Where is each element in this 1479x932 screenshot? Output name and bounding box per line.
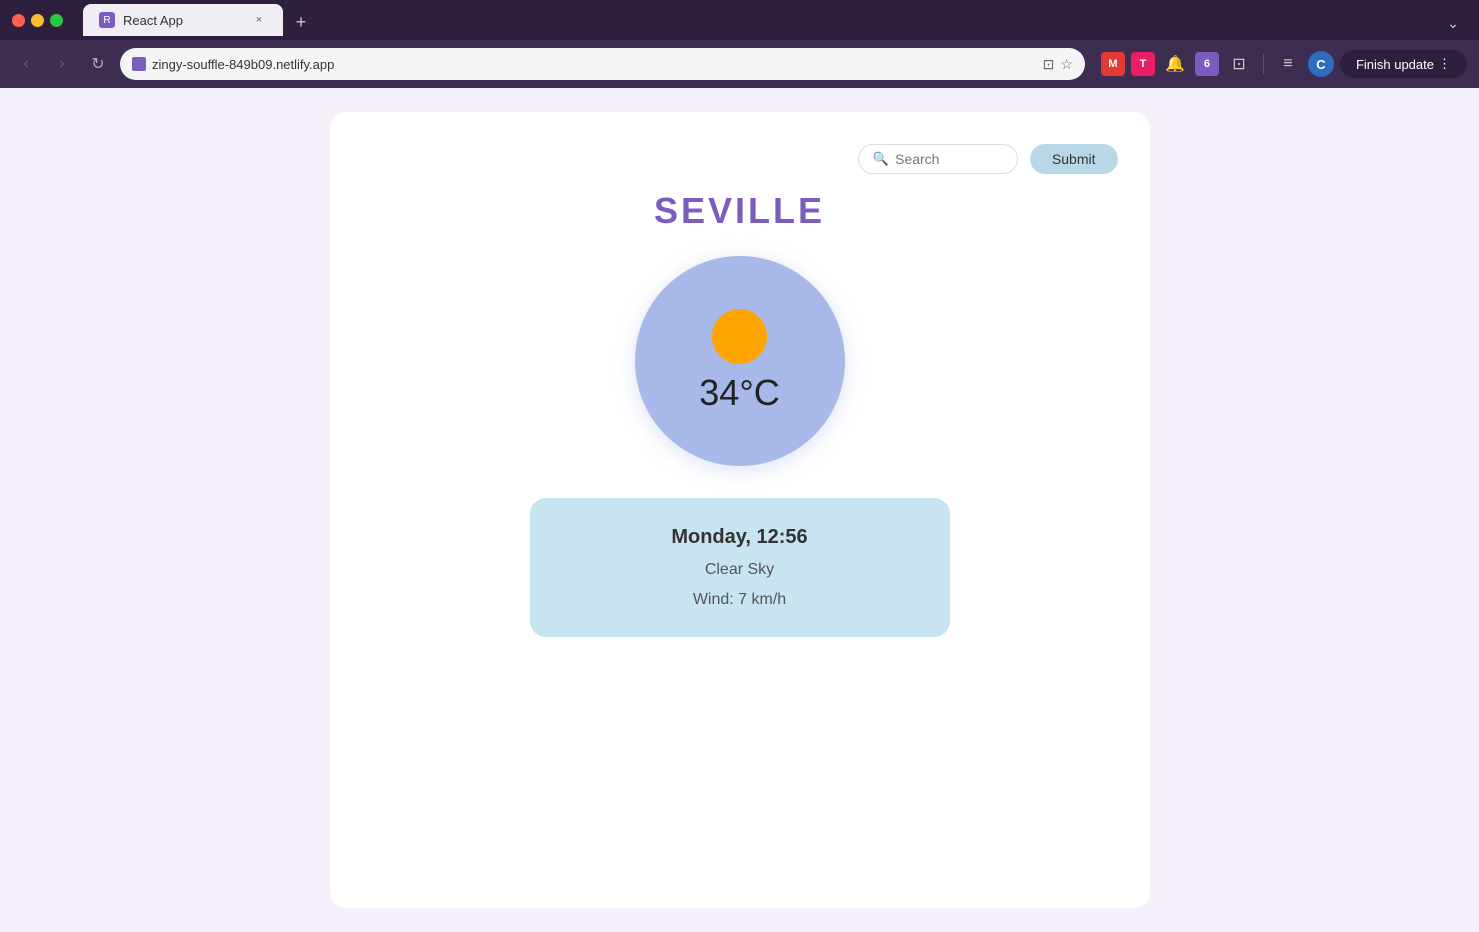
finish-update-button[interactable]: Finish update ⋮ xyxy=(1340,50,1467,78)
page-content: 🔍 Submit SEVILLE 34°C Monday, 12:56 Clea… xyxy=(0,88,1479,932)
weather-info-card: Monday, 12:56 Clear Sky Wind: 7 km/h xyxy=(530,498,950,637)
datetime-display: Monday, 12:56 xyxy=(671,526,807,549)
extensions-icon[interactable]: ⊡ xyxy=(1225,50,1253,78)
search-icon: 🔍 xyxy=(873,151,889,167)
new-tab-button[interactable]: + xyxy=(287,8,315,36)
back-button[interactable]: ‹ xyxy=(12,50,40,78)
bell-icon[interactable]: 🔔 xyxy=(1161,50,1189,78)
active-tab[interactable]: R React App × xyxy=(83,4,283,36)
traffic-lights xyxy=(12,14,63,27)
search-wrapper: 🔍 xyxy=(858,144,1018,174)
temperature-display: 34°C xyxy=(699,372,779,414)
tab-bar: R React App × + ⌄ xyxy=(83,4,1467,36)
sun-icon xyxy=(712,309,767,364)
condition-display: Clear Sky xyxy=(705,561,774,579)
site-favicon xyxy=(132,57,146,71)
menu-icon[interactable]: ≡ xyxy=(1274,50,1302,78)
tab-overflow-button[interactable]: ⌄ xyxy=(1439,11,1467,36)
address-bar: ‹ › ↻ zingy-souffle-849b09.netlify.app ⊡… xyxy=(0,40,1479,88)
toolbar-separator xyxy=(1263,54,1264,74)
url-text: zingy-souffle-849b09.netlify.app xyxy=(152,57,1037,72)
search-input[interactable] xyxy=(895,151,1003,167)
refresh-button[interactable]: ↻ xyxy=(84,50,112,78)
url-bar[interactable]: zingy-souffle-849b09.netlify.app ⊡ ☆ xyxy=(120,48,1085,80)
browser-window: R React App × + ⌄ ‹ › ↻ zingy-souffle-84… xyxy=(0,0,1479,932)
profile-icon[interactable]: C xyxy=(1308,51,1334,77)
city-name: SEVILLE xyxy=(654,190,825,232)
minimize-traffic-light[interactable] xyxy=(31,14,44,27)
search-row: 🔍 Submit xyxy=(362,144,1118,174)
extension-t-icon[interactable]: T xyxy=(1131,52,1155,76)
extension-m-icon[interactable]: M xyxy=(1101,52,1125,76)
forward-button[interactable]: › xyxy=(48,50,76,78)
maximize-traffic-light[interactable] xyxy=(50,14,63,27)
tab-title: React App xyxy=(123,13,243,28)
weather-card: 🔍 Submit SEVILLE 34°C Monday, 12:56 Clea… xyxy=(330,112,1150,908)
submit-button[interactable]: Submit xyxy=(1030,144,1118,174)
close-traffic-light[interactable] xyxy=(12,14,25,27)
star-icon[interactable]: ☆ xyxy=(1060,56,1073,73)
extension-6-icon[interactable]: 6 xyxy=(1195,52,1219,76)
cast-icon[interactable]: ⊡ xyxy=(1043,56,1055,73)
weather-circle: 34°C xyxy=(635,256,845,466)
browser-actions: M T 🔔 6 ⊡ ≡ C Finish update ⋮ xyxy=(1101,50,1467,78)
tab-favicon: R xyxy=(99,12,115,28)
wind-display: Wind: 7 km/h xyxy=(693,591,786,609)
finish-update-more-icon: ⋮ xyxy=(1438,56,1451,72)
title-bar: R React App × + ⌄ xyxy=(0,0,1479,40)
tab-close-button[interactable]: × xyxy=(251,12,267,28)
